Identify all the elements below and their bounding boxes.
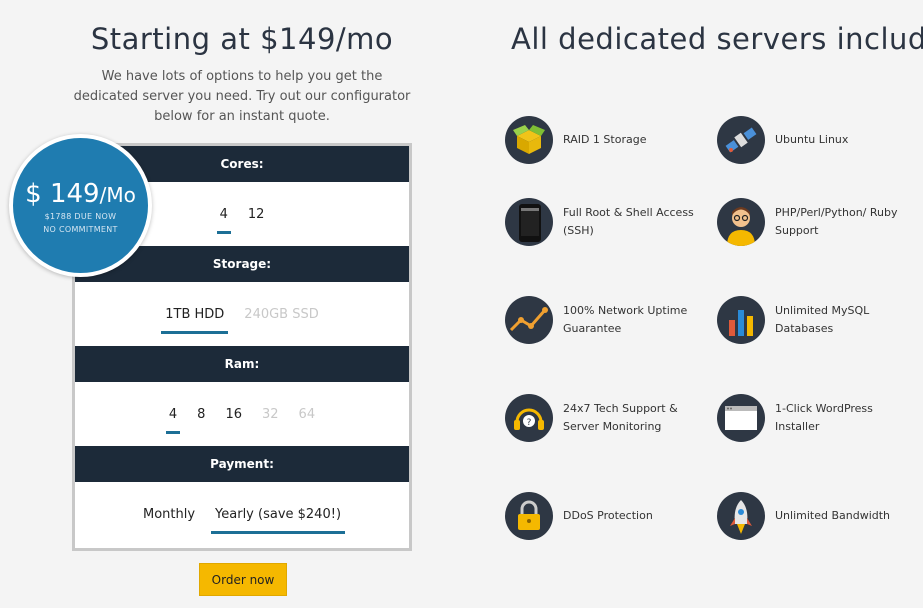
feature-label: 100% Network Uptime Guarantee [563, 304, 688, 335]
right-title: All dedicated servers include: [511, 22, 923, 56]
feature-network-uptime: 100% Network Uptime Guarantee [505, 296, 703, 344]
feature-label: 1-Click WordPress Installer [775, 402, 873, 433]
price-due-now: $1788 DUE NOW [44, 212, 117, 221]
feature-php-perl: PHP/Perl/Python/ Ruby Support [717, 198, 915, 246]
satellite-icon [717, 116, 765, 164]
uptime-chart-icon [505, 296, 553, 344]
storage-options: 1TB HDD 240GB SSD [75, 282, 409, 346]
feature-label: PHP/Perl/Python/ Ruby Support [775, 206, 898, 237]
feature-label: Ubuntu Linux [775, 133, 849, 146]
price-amount: $ 149 [25, 179, 100, 209]
rocket-icon [717, 492, 765, 540]
feature-ddos: DDoS Protection [505, 492, 703, 540]
developer-icon [717, 198, 765, 246]
feature-mysql: Unlimited MySQL Databases [717, 296, 915, 344]
payment-option-monthly[interactable]: Monthly [139, 503, 199, 526]
storage-option-ssd[interactable]: 240GB SSD [240, 303, 322, 326]
left-title: Starting at $149/mo [90, 22, 394, 56]
ram-option-32[interactable]: 32 [258, 403, 283, 426]
cores-option-4[interactable]: 4 [216, 203, 232, 234]
feature-wordpress: 1-Click WordPress Installer [717, 394, 915, 442]
ram-option-8[interactable]: 8 [193, 403, 209, 426]
feature-raid-storage: RAID 1 Storage [505, 116, 703, 164]
feature-label: RAID 1 Storage [563, 133, 647, 146]
bar-chart-icon [717, 296, 765, 344]
feature-tech-support: ? 24x7 Tech Support & Server Monitoring [505, 394, 703, 442]
ram-section: Ram: 4 8 16 32 64 [75, 346, 409, 446]
box-icon [505, 116, 553, 164]
ram-option-64[interactable]: 64 [295, 403, 320, 426]
price-no-commitment: NO COMMITMENT [43, 225, 118, 234]
feature-label: 24x7 Tech Support & Server Monitoring [563, 402, 678, 433]
ram-option-4[interactable]: 4 [165, 403, 181, 434]
order-now-button[interactable]: Order now [199, 563, 287, 596]
headset-icon: ? [505, 394, 553, 442]
price-badge: $ 149/Mo $1788 DUE NOW NO COMMITMENT [9, 134, 152, 277]
feature-label: Unlimited MySQL Databases [775, 304, 870, 335]
feature-label: DDoS Protection [563, 509, 653, 522]
feature-ubuntu-linux: Ubuntu Linux [717, 116, 915, 164]
left-subtitle: We have lots of options to help you get … [73, 69, 411, 124]
feature-root-access: Full Root & Shell Access (SSH) [505, 198, 703, 246]
storage-option-hdd[interactable]: 1TB HDD [161, 303, 229, 334]
price-period: /Mo [99, 183, 136, 207]
feature-label: Unlimited Bandwidth [775, 509, 891, 522]
browser-window-icon [717, 394, 765, 442]
payment-options: Monthly Yearly (save $240!) [75, 482, 409, 546]
ram-option-16[interactable]: 16 [221, 403, 246, 426]
ram-header: Ram: [75, 346, 409, 382]
ram-options: 4 8 16 32 64 [75, 382, 409, 446]
svg-text:?: ? [527, 418, 532, 428]
payment-section: Payment: Monthly Yearly (save $240!) [75, 446, 409, 546]
feature-label: Full Root & Shell Access (SSH) [563, 206, 694, 237]
cores-option-12[interactable]: 12 [244, 203, 269, 226]
payment-option-yearly[interactable]: Yearly (save $240!) [211, 503, 345, 534]
padlock-icon [505, 492, 553, 540]
phone-icon [505, 198, 553, 246]
payment-header: Payment: [75, 446, 409, 482]
feature-bandwidth: Unlimited Bandwidth [717, 492, 915, 540]
